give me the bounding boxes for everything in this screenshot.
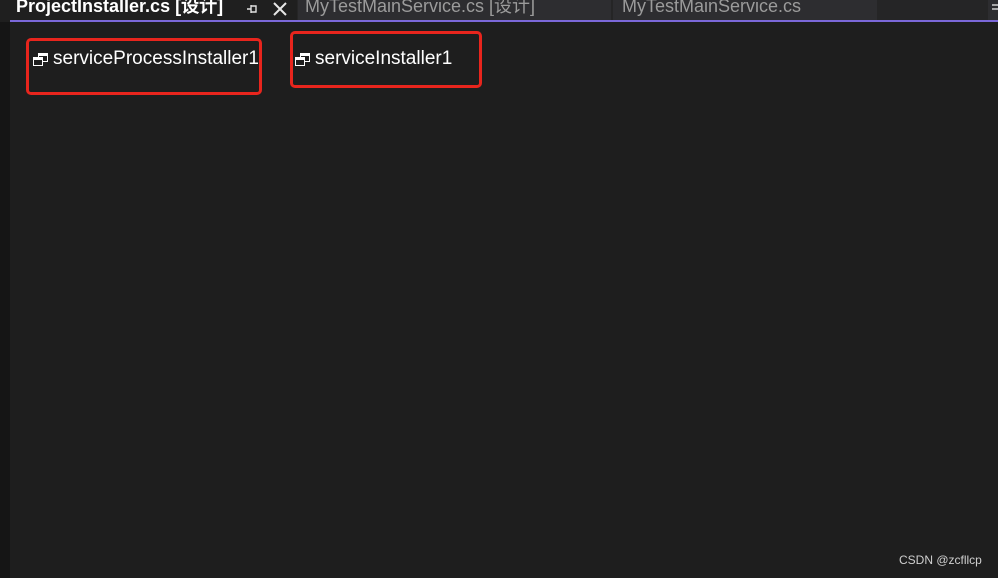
component-icon: [295, 51, 311, 66]
tab-label: ProjectInstaller.cs [设计]: [16, 0, 224, 16]
tab-strip-empty-area: [877, 0, 988, 20]
tab-mytestmainservice-code[interactable]: MyTestMainService.cs: [613, 0, 877, 20]
tab-projectinstaller-design[interactable]: ProjectInstaller.cs [设计]: [0, 0, 297, 20]
overflow-menu-icon[interactable]: [988, 0, 998, 20]
document-tab-strip: ProjectInstaller.cs [设计] MyTestMainServi…: [0, 0, 998, 20]
tab-mytestmainservice-design[interactable]: MyTestMainService.cs [设计]: [298, 0, 611, 20]
component-designer-surface[interactable]: serviceProcessInstaller1 serviceInstalle…: [0, 22, 998, 578]
watermark-text: CSDN @zcfllcp: [899, 553, 982, 567]
pin-icon[interactable]: [243, 0, 261, 20]
tab-label: MyTestMainService.cs: [622, 0, 802, 16]
component-icon: [33, 51, 49, 66]
component-label: serviceInstaller1: [315, 48, 453, 69]
designer-left-edge: [0, 22, 10, 578]
close-icon[interactable]: [270, 0, 290, 20]
tab-label: MyTestMainService.cs [设计]: [305, 0, 536, 16]
designer-window: ProjectInstaller.cs [设计] MyTestMainServi…: [0, 0, 998, 578]
component-label: serviceProcessInstaller1: [53, 48, 259, 69]
